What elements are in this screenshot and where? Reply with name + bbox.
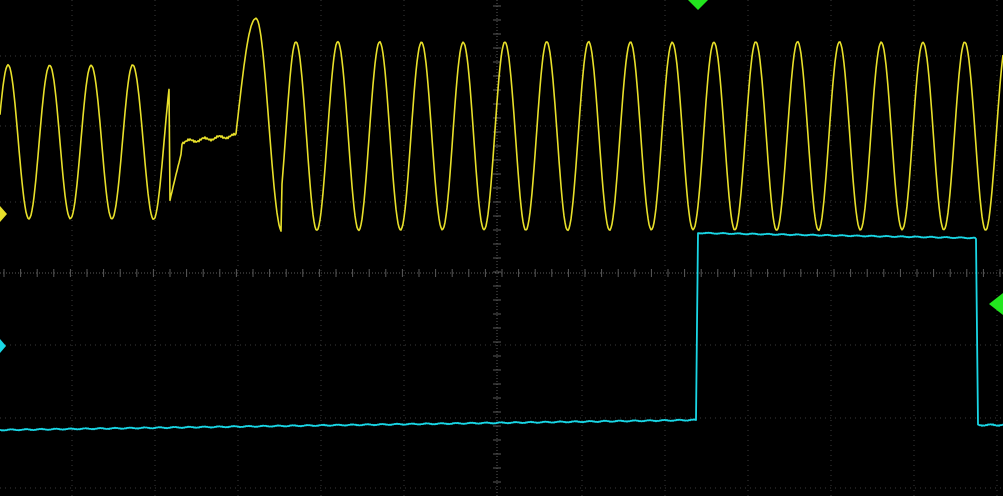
waveform-canvas [0, 0, 1003, 496]
trigger-level-marker-icon[interactable] [989, 293, 1003, 315]
ch1-level-marker-icon[interactable] [0, 206, 7, 222]
trigger-position-marker-icon[interactable] [688, 0, 708, 10]
ch2-waveform [0, 231, 1003, 432]
ch1-waveform [0, 17, 1003, 232]
ch2-level-marker-icon[interactable] [0, 339, 6, 353]
oscilloscope-display [0, 0, 1003, 496]
